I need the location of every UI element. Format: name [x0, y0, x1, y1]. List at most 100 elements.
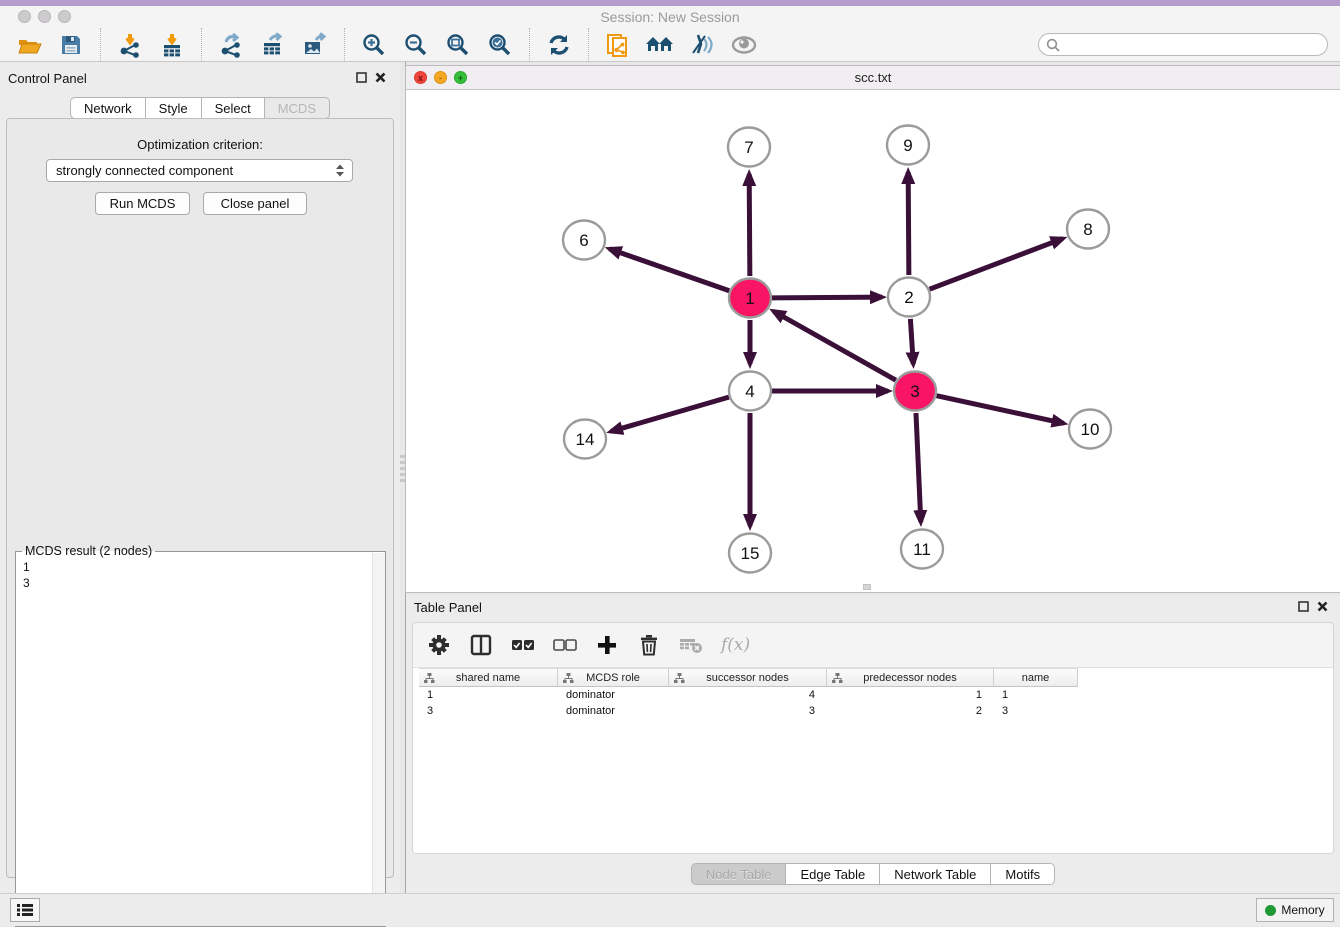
control-tab-mcds[interactable]: MCDS: [264, 97, 330, 119]
zoom-selected-icon[interactable]: [485, 31, 515, 59]
svg-text:1: 1: [745, 289, 754, 308]
network-minimize-button[interactable]: -: [434, 71, 447, 84]
graph-edge-2-8[interactable]: [930, 239, 1063, 290]
memory-button[interactable]: Memory: [1256, 898, 1334, 922]
network-close-button[interactable]: x: [414, 71, 427, 84]
graph-node-2[interactable]: 2: [888, 278, 930, 317]
close-table-panel-icon[interactable]: [1317, 601, 1328, 612]
table-cell[interactable]: 2: [827, 703, 994, 719]
table-cell[interactable]: 3: [994, 703, 1078, 719]
save-session-icon[interactable]: [56, 31, 86, 59]
home-icon[interactable]: [645, 31, 675, 59]
create-column-plus-icon[interactable]: [595, 633, 619, 657]
graph-edge-3-11[interactable]: [916, 413, 921, 522]
window-title: Session: New Session: [0, 6, 1340, 28]
graph-node-15[interactable]: 15: [729, 534, 771, 573]
graph-edge-3-1[interactable]: [774, 311, 896, 380]
graph-node-3[interactable]: 3: [894, 372, 936, 411]
graph-node-9[interactable]: 9: [887, 126, 929, 165]
graph-edge-3-10[interactable]: [936, 396, 1063, 424]
optimization-criterion-label: Optimization criterion:: [7, 137, 393, 152]
minimize-window-button[interactable]: [38, 10, 51, 23]
network-canvas[interactable]: 7 9 6 8 1 2 4 3 14 10 15 11: [406, 90, 1340, 592]
graph-node-7[interactable]: 7: [728, 128, 770, 167]
graph-edge-1-6[interactable]: [609, 249, 729, 291]
maximize-window-button[interactable]: [58, 10, 71, 23]
close-panel-icon[interactable]: [375, 72, 386, 83]
app-titlebar: Session: New Session: [0, 6, 1340, 28]
table-row[interactable]: 3dominator323: [419, 703, 1333, 719]
canvas-resize-handle[interactable]: [863, 584, 871, 590]
close-window-button[interactable]: [18, 10, 31, 23]
table-cell[interactable]: 1: [419, 687, 558, 703]
table-tab-edge-table[interactable]: Edge Table: [785, 863, 879, 885]
table-cell[interactable]: dominator: [558, 703, 669, 719]
table-cell[interactable]: 1: [827, 687, 994, 703]
run-mcds-button[interactable]: Run MCDS: [95, 192, 190, 215]
table-cell[interactable]: dominator: [558, 687, 669, 703]
criterion-select[interactable]: strongly connected component: [46, 159, 353, 182]
network-from-file-icon[interactable]: [603, 31, 633, 59]
graph-node-4[interactable]: 4: [729, 372, 771, 411]
import-table-icon[interactable]: [157, 31, 187, 59]
table-cell[interactable]: 3: [669, 703, 827, 719]
graph-node-1[interactable]: 1: [729, 279, 771, 318]
graph-edge-1-2[interactable]: [772, 297, 882, 298]
show-columns-icon[interactable]: [469, 633, 493, 657]
control-tab-select[interactable]: Select: [201, 97, 264, 119]
zoom-out-icon[interactable]: [401, 31, 431, 59]
float-table-panel-icon[interactable]: [1298, 601, 1309, 612]
svg-text:4: 4: [745, 382, 754, 401]
table-cell[interactable]: 1: [994, 687, 1078, 703]
open-session-icon[interactable]: [14, 31, 44, 59]
mcds-result-scrollbar[interactable]: [372, 553, 385, 925]
select-all-columns-icon[interactable]: [511, 633, 535, 657]
graph-node-11[interactable]: 11: [901, 530, 943, 569]
graph-node-14[interactable]: 14: [564, 420, 606, 459]
column-header-successor-nodes[interactable]: successor nodes: [669, 668, 827, 687]
refresh-view-icon[interactable]: [544, 31, 574, 59]
table-tab-motifs[interactable]: Motifs: [990, 863, 1055, 885]
vertical-splitter-handle[interactable]: [400, 455, 405, 483]
search-input[interactable]: [1065, 38, 1315, 52]
search-field[interactable]: [1038, 33, 1328, 56]
column-header-name[interactable]: name: [994, 668, 1078, 687]
control-tab-network[interactable]: Network: [70, 97, 145, 119]
hide-style-icon[interactable]: [687, 31, 717, 59]
column-header-predecessor-nodes[interactable]: predecessor nodes: [827, 668, 994, 687]
network-window-titlebar[interactable]: x - + scc.txt: [406, 66, 1340, 90]
table-tab-network-table[interactable]: Network Table: [879, 863, 990, 885]
show-graphics-eye-icon[interactable]: [729, 31, 759, 59]
graph-node-10[interactable]: 10: [1069, 410, 1111, 449]
task-history-button[interactable]: [10, 898, 40, 922]
close-panel-button[interactable]: Close panel: [203, 192, 307, 215]
window-controls[interactable]: [18, 10, 78, 28]
node-table[interactable]: shared nameMCDS rolesuccessor nodesprede…: [413, 667, 1333, 853]
export-network-icon[interactable]: [216, 31, 246, 59]
toolbar-separator: [100, 28, 101, 62]
table-settings-gear-icon[interactable]: [427, 633, 451, 657]
delete-column-trash-icon[interactable]: [637, 633, 661, 657]
mcds-result-list[interactable]: 13: [16, 555, 366, 591]
control-tab-style[interactable]: Style: [145, 97, 201, 119]
export-image-icon[interactable]: [300, 31, 330, 59]
table-cell[interactable]: 4: [669, 687, 827, 703]
graph-edge-2-3[interactable]: [910, 319, 913, 364]
zoom-in-icon[interactable]: [359, 31, 389, 59]
zoom-fit-icon[interactable]: [443, 31, 473, 59]
import-network-icon[interactable]: [115, 31, 145, 59]
network-maximize-button[interactable]: +: [454, 71, 467, 84]
unselect-all-columns-icon[interactable]: [553, 633, 577, 657]
export-table-icon[interactable]: [258, 31, 288, 59]
table-row[interactable]: 1dominator411: [419, 687, 1333, 703]
column-header-MCDS-role[interactable]: MCDS role: [558, 668, 669, 687]
table-tab-node-table[interactable]: Node Table: [691, 863, 786, 885]
graph-edge-2-9[interactable]: [908, 172, 909, 275]
float-panel-icon[interactable]: [356, 72, 367, 83]
graph-edge-1-7[interactable]: [749, 174, 750, 276]
graph-node-6[interactable]: 6: [563, 221, 605, 260]
column-header-shared-name[interactable]: shared name: [419, 668, 558, 687]
graph-node-8[interactable]: 8: [1067, 210, 1109, 249]
table-cell[interactable]: 3: [419, 703, 558, 719]
graph-edge-4-14[interactable]: [611, 397, 729, 431]
